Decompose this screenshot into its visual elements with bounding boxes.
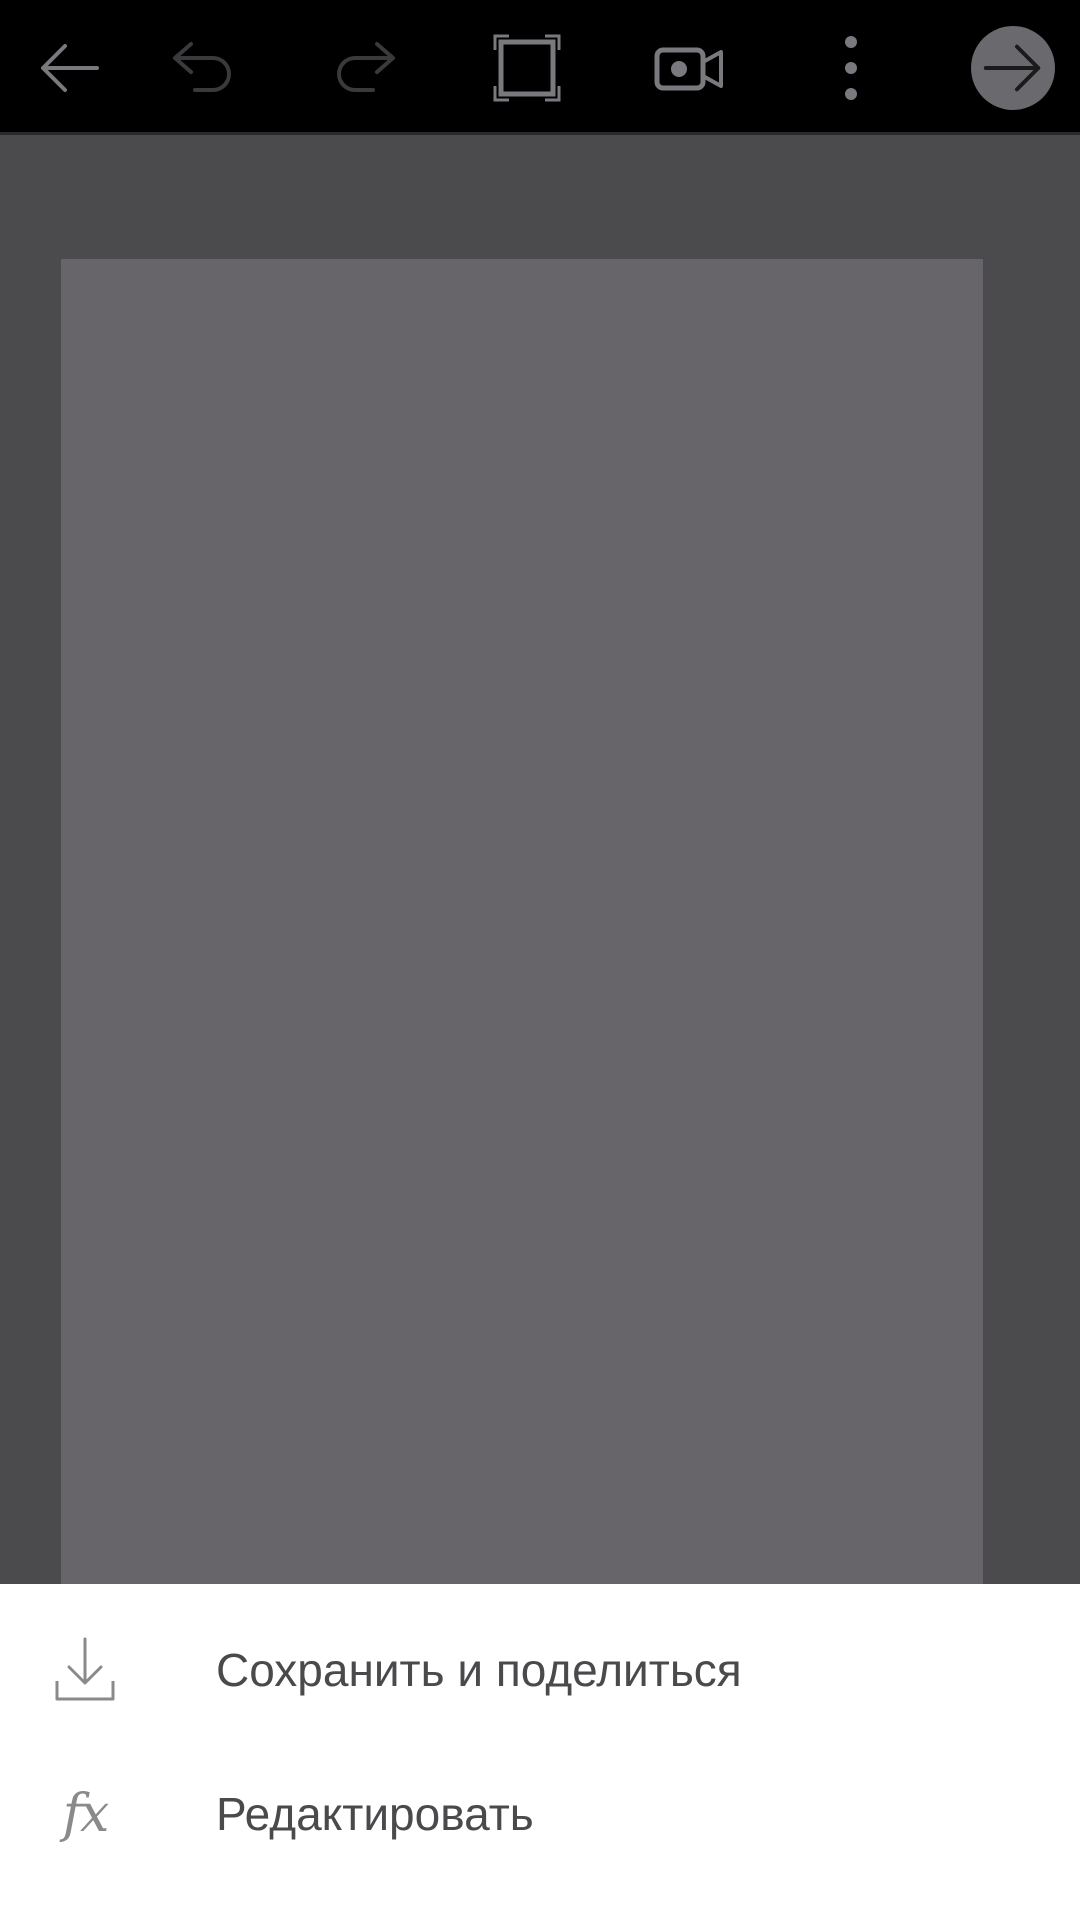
fit-screen-button[interactable] [485, 26, 569, 110]
arrow-right-icon [983, 44, 1041, 92]
workspace [0, 135, 1080, 1585]
edit-item[interactable]: fx Редактировать [0, 1742, 1080, 1886]
fit-screen-icon [493, 34, 561, 102]
redo-icon [337, 42, 395, 92]
undo-button[interactable] [161, 26, 245, 110]
bottom-sheet-menu: Сохранить и поделиться fx Редактировать [0, 1584, 1080, 1920]
next-button[interactable] [971, 26, 1055, 110]
drawing-canvas[interactable] [61, 259, 983, 1585]
edit-label: Редактировать [216, 1788, 534, 1840]
undo-icon [173, 42, 231, 92]
save-and-share-label: Сохранить и поделиться [216, 1644, 742, 1696]
fx-glyph: fx [62, 1784, 110, 1844]
redo-button[interactable] [323, 26, 407, 110]
top-toolbar [0, 0, 1080, 135]
more-vertical-icon [845, 36, 857, 100]
download-icon [50, 1635, 120, 1705]
arrow-left-icon [41, 44, 99, 92]
video-camera-icon [654, 47, 723, 91]
more-options-button[interactable] [809, 26, 893, 110]
app-root: Сохранить и поделиться fx Редактировать [0, 0, 1080, 1920]
save-and-share-item[interactable]: Сохранить и поделиться [0, 1598, 1080, 1742]
fx-icon: fx [50, 1779, 120, 1849]
record-video-button[interactable] [647, 26, 731, 110]
back-button[interactable] [27, 26, 111, 110]
